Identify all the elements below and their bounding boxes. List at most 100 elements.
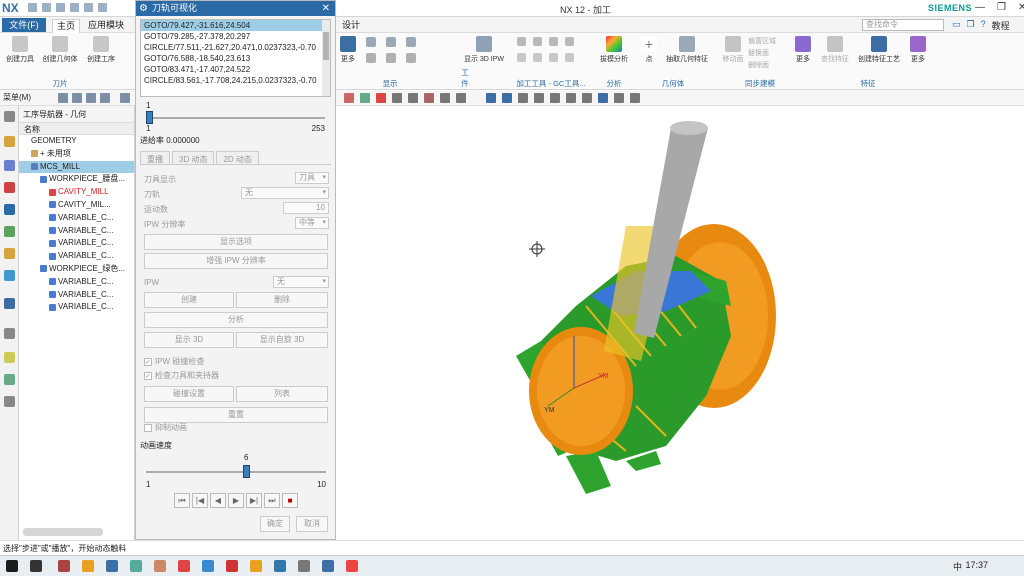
display-options-button[interactable]: 显示选项 <box>144 234 328 250</box>
move-face-button[interactable]: 移动面 <box>722 36 744 64</box>
filter-icon[interactable] <box>58 93 68 103</box>
app-icon-1[interactable] <box>58 560 70 572</box>
tree-row[interactable]: GEOMETRY <box>19 135 134 148</box>
system-materials-icon[interactable] <box>4 352 15 363</box>
reset-button[interactable]: 重置 <box>144 407 328 423</box>
create-feature-process-button[interactable]: 创建特征工艺 <box>854 36 904 64</box>
shade-icon[interactable] <box>360 93 370 103</box>
create-button[interactable]: 创建 <box>144 292 234 308</box>
tree-row[interactable]: CAVITY_MILL <box>19 186 134 199</box>
gcode-scroll-thumb[interactable] <box>323 32 329 60</box>
feature-more-button[interactable]: 更多 <box>908 36 928 64</box>
snap-point-icon[interactable] <box>376 93 386 103</box>
graphics-viewport[interactable]: XM YM <box>336 106 1024 540</box>
search-icon[interactable] <box>30 560 42 572</box>
show-3d-button[interactable]: 显示 3D <box>144 332 234 348</box>
app-icon-8[interactable] <box>226 560 238 572</box>
display-tool-1[interactable] <box>364 37 378 49</box>
gcode-scrollbar[interactable] <box>322 20 330 96</box>
collision-settings-button[interactable]: 碰撞设置 <box>144 386 234 402</box>
tree-row[interactable]: CAVITY_MIL... <box>19 199 134 212</box>
part-navigator-icon[interactable] <box>4 182 15 193</box>
pan-icon[interactable] <box>566 93 576 103</box>
undo-icon[interactable] <box>42 3 51 12</box>
tab-design[interactable]: 设计 <box>338 19 364 31</box>
view-icon[interactable] <box>100 93 110 103</box>
fit-icon[interactable] <box>582 93 592 103</box>
app-icon-13[interactable] <box>346 560 358 572</box>
app-icon-10[interactable] <box>274 560 286 572</box>
save-view-icon[interactable] <box>518 93 528 103</box>
tree-row[interactable]: VARIABLE_C... <box>19 276 134 289</box>
display-tool-2[interactable] <box>384 37 398 49</box>
speed-slider-knob[interactable] <box>242 465 250 478</box>
cancel-button[interactable]: 取消 <box>296 516 328 532</box>
window-icon[interactable]: ▭ <box>952 19 961 32</box>
app-icon-4[interactable] <box>130 560 142 572</box>
tree-row[interactable]: VARIABLE_C... <box>19 237 134 250</box>
display-tool-3[interactable] <box>404 37 418 49</box>
draft-analysis-button[interactable]: 拔模分析 <box>594 36 634 64</box>
paste-icon[interactable] <box>98 3 107 12</box>
tutorial-link[interactable]: 教程 <box>992 19 1010 32</box>
check-tool-holder-checkbox[interactable]: ✓ 检查刀具和夹持器 <box>144 370 219 381</box>
rotate-icon[interactable] <box>534 93 544 103</box>
command-search-input[interactable]: 查找命令 <box>862 19 944 31</box>
constraint-icon[interactable] <box>4 160 15 171</box>
extract-geometry-button[interactable]: 抽取几何特征 <box>662 36 712 64</box>
tree-row[interactable]: VARIABLE_C... <box>19 225 134 238</box>
gcode-line[interactable]: GOTO/79.285,-27.378,20.297 <box>141 31 330 42</box>
grid-icon[interactable] <box>502 93 512 103</box>
app-icon-9[interactable] <box>250 560 262 572</box>
history-icon[interactable] <box>4 328 15 339</box>
enhance-ipw-button[interactable]: 增强 IPW 分辨率 <box>144 253 328 269</box>
save-icon[interactable] <box>28 3 37 12</box>
tree-row[interactable]: VARIABLE_C... <box>19 289 134 302</box>
close-icon[interactable]: ✕ <box>1018 2 1024 13</box>
display-tool-5[interactable] <box>384 53 398 65</box>
go-to-start-button[interactable]: ⏮ <box>174 493 190 508</box>
toolpath-select[interactable]: 无 <box>241 187 329 199</box>
ok-button[interactable]: 确定 <box>260 516 290 532</box>
app-icon-11[interactable] <box>298 560 310 572</box>
show-3d-ipw-button[interactable]: 显示 3D IPW <box>460 36 508 64</box>
play-button[interactable]: ▶ <box>228 493 244 508</box>
suppress-animation-checkbox[interactable]: 抑制动画 <box>144 422 187 433</box>
create-tool-button[interactable]: 创建刀具 <box>4 36 36 64</box>
go-to-end-button[interactable]: ⏭ <box>264 493 280 508</box>
tree-row[interactable]: VARIABLE_C... <box>19 301 134 314</box>
table-icon[interactable] <box>486 93 496 103</box>
list-button[interactable]: 列表 <box>236 386 328 402</box>
settings-icon[interactable] <box>4 111 15 122</box>
stop-button[interactable]: ■ <box>282 493 298 508</box>
ime-indicator[interactable]: 中 <box>953 560 962 573</box>
app-icon-6[interactable] <box>178 560 190 572</box>
create-operation-button[interactable]: 创建工序 <box>84 36 118 64</box>
gc-tool-1[interactable] <box>516 37 526 48</box>
display-tool-4[interactable] <box>364 53 378 65</box>
show-auto-rotate-button[interactable]: 显示自旋 3D <box>236 332 328 348</box>
gcode-line[interactable]: GOTO/83.471,-17.407,24.522 <box>141 64 330 75</box>
gear-icon[interactable]: ⚙ <box>139 1 148 16</box>
delete-button[interactable]: 删除 <box>236 292 328 308</box>
lights-icon[interactable] <box>630 93 640 103</box>
tree-row[interactable]: VARIABLE_C... <box>19 250 134 263</box>
app-icon-2[interactable] <box>82 560 94 572</box>
style-icon[interactable] <box>598 93 608 103</box>
analyze-button[interactable]: 分析 <box>144 312 328 328</box>
tree-row[interactable]: WORKPIECE_腰盘... <box>19 173 134 186</box>
web-browser-icon[interactable] <box>4 298 15 309</box>
tree-row[interactable]: WORKPIECE_绿色... <box>19 263 134 276</box>
navigator-column-header[interactable]: 名称 <box>19 123 134 135</box>
select-icon[interactable] <box>72 93 82 103</box>
navigator-scrollbar[interactable] <box>23 528 103 536</box>
copy-icon[interactable] <box>84 3 93 12</box>
motion-count-field[interactable]: 10 <box>283 202 329 214</box>
gc-tool-7[interactable] <box>548 53 558 64</box>
snap-icon[interactable] <box>86 93 96 103</box>
wire-icon[interactable] <box>456 93 466 103</box>
gcode-list[interactable]: GOTO/79.427,-31.616,24.504 GOTO/79.285,-2… <box>140 19 331 97</box>
gcode-line[interactable]: CIRCLE/83.561,-17.708,24.215,0.0237323,-… <box>141 75 330 86</box>
gcode-line[interactable]: CIRCLE/77.511,-21.627,20.471,0.0237323,-… <box>141 42 330 53</box>
camera-icon[interactable] <box>614 93 624 103</box>
